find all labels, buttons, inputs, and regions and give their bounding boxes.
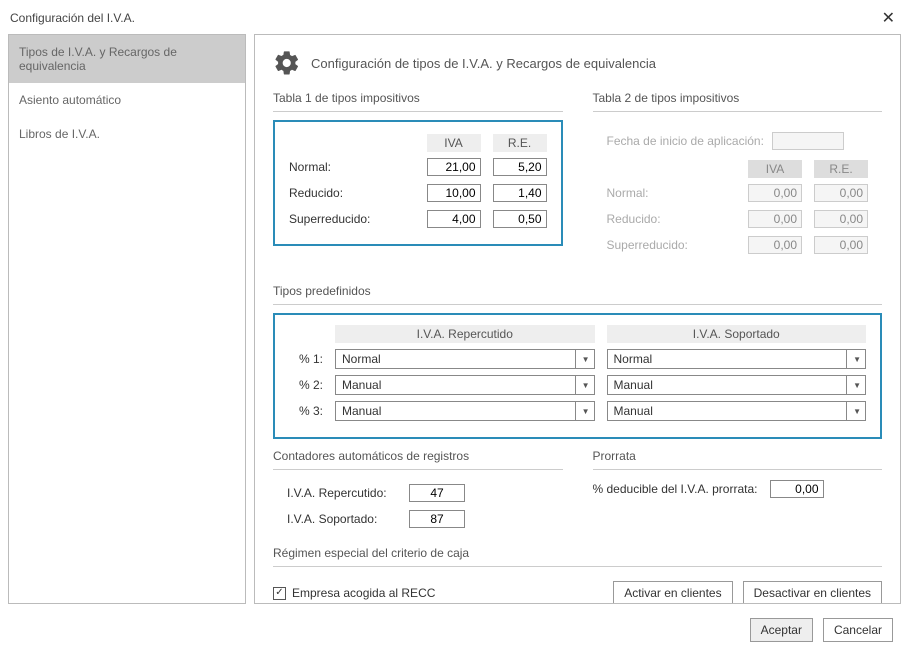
sidebar-item-tipos-iva[interactable]: Tipos de I.V.A. y Recargos de equivalenc… [9,35,245,83]
tabla1-superreducido-re[interactable] [493,210,547,228]
tabla2-superreducido-label: Superreducido: [607,238,737,252]
tabla1-title: Tabla 1 de tipos impositivos [273,87,563,112]
tabla1-reducido-iva[interactable] [427,184,481,202]
sidebar: Tipos de I.V.A. y Recargos de equivalenc… [8,34,246,604]
sidebar-item-asiento[interactable]: Asiento automático [9,83,245,117]
page-title: Configuración de tipos de I.V.A. y Recar… [311,56,656,71]
aceptar-button[interactable]: Aceptar [750,618,813,642]
contadores-rep-label: I.V.A. Repercutido: [287,486,397,500]
predef-row3-sop-select[interactable]: Manual▼ [607,401,867,421]
tabla2-fecha-input[interactable] [772,132,844,150]
predef-row2-label: % 2: [289,378,323,392]
contadores-sop-label: I.V.A. Soportado: [287,512,397,526]
tax-tables-row: Tabla 1 de tipos impositivos IVA R.E. No… [273,87,882,270]
regimen-title: Régimen especial del criterio de caja [273,542,882,567]
sidebar-item-libros[interactable]: Libros de I.V.A. [9,117,245,151]
tabla1-reducido-re[interactable] [493,184,547,202]
predef-row1-sop-select[interactable]: Normal▼ [607,349,867,369]
contadores-section: Contadores automáticos de registros I.V.… [273,445,563,536]
main-panel: Configuración de tipos de I.V.A. y Recar… [254,34,901,604]
tabla2-normal-re [814,184,868,202]
chevron-down-icon: ▼ [575,402,590,420]
tabla1-section: Tabla 1 de tipos impositivos IVA R.E. No… [273,87,563,270]
sidebar-item-label: Tipos de I.V.A. y Recargos de equivalenc… [19,45,177,73]
tabla2-col-iva: IVA [748,160,802,178]
tabla2-reducido-re [814,210,868,228]
tabla1-normal-label: Normal: [289,160,415,174]
tabla2-reducido-iva [748,210,802,228]
regimen-section: Régimen especial del criterio de caja ✓ … [273,542,882,604]
sidebar-item-label: Libros de I.V.A. [19,127,100,141]
activar-clientes-button[interactable]: Activar en clientes [613,581,732,604]
tabla2-normal-label: Normal: [607,186,737,200]
predef-row3-rep-select[interactable]: Manual▼ [335,401,595,421]
chevron-down-icon: ▼ [846,376,861,394]
contadores-title: Contadores automáticos de registros [273,445,563,470]
contadores-sop-input[interactable] [409,510,465,528]
predef-section: Tipos predefinidos I.V.A. Repercutido I.… [273,280,882,439]
recc-checkbox-row[interactable]: ✓ Empresa acogida al RECC [273,586,435,600]
footer-buttons: Aceptar Cancelar [0,612,909,642]
window-title: Configuración del I.V.A. [10,11,135,25]
prorrata-label: % deducible del I.V.A. prorrata: [593,482,758,496]
desactivar-clientes-button[interactable]: Desactivar en clientes [743,581,882,604]
tabla2-superreducido-re [814,236,868,254]
tabla1-box: IVA R.E. Normal: Reducido: Superre [273,120,563,246]
tabla1-superreducido-label: Superreducido: [289,212,415,226]
predef-title: Tipos predefinidos [273,280,882,305]
client-area: Tipos de I.V.A. y Recargos de equivalenc… [0,34,909,612]
predef-row2-rep-select[interactable]: Manual▼ [335,375,595,395]
tabla2-normal-iva [748,184,802,202]
chevron-down-icon: ▼ [575,350,590,368]
tabla2-superreducido-iva [748,236,802,254]
tabla1-col-iva: IVA [427,134,481,152]
predef-box: I.V.A. Repercutido I.V.A. Soportado % 1:… [273,313,882,439]
gear-icon [273,49,301,77]
tabla1-col-re: R.E. [493,134,547,152]
predef-header-rep: I.V.A. Repercutido [335,325,595,343]
chevron-down-icon: ▼ [575,376,590,394]
tabla2-box: Fecha de inicio de aplicación: IVA R.E. … [593,120,883,270]
predef-row2-sop-select[interactable]: Manual▼ [607,375,867,395]
prorrata-input[interactable] [770,480,824,498]
prorrata-section: Prorrata % deducible del I.V.A. prorrata… [593,445,883,536]
chevron-down-icon: ▼ [846,350,861,368]
cancelar-button[interactable]: Cancelar [823,618,893,642]
predef-row1-rep-select[interactable]: Normal▼ [335,349,595,369]
predef-row3-label: % 3: [289,404,323,418]
chevron-down-icon: ▼ [846,402,861,420]
titlebar: Configuración del I.V.A. ✕ [0,0,909,34]
tabla2-section: Tabla 2 de tipos impositivos Fecha de in… [593,87,883,270]
prorrata-title: Prorrata [593,445,883,470]
page-header: Configuración de tipos de I.V.A. y Recar… [273,49,882,77]
tabla1-reducido-label: Reducido: [289,186,415,200]
counters-prorrata-row: Contadores automáticos de registros I.V.… [273,445,882,536]
tabla1-normal-iva[interactable] [427,158,481,176]
tabla1-superreducido-iva[interactable] [427,210,481,228]
close-icon[interactable]: ✕ [878,8,899,28]
tabla1-normal-re[interactable] [493,158,547,176]
predef-header-sop: I.V.A. Soportado [607,325,867,343]
tabla2-reducido-label: Reducido: [607,212,737,226]
predef-row1-label: % 1: [289,352,323,366]
recc-checkbox-label: Empresa acogida al RECC [292,586,435,600]
tabla2-title: Tabla 2 de tipos impositivos [593,87,883,112]
sidebar-item-label: Asiento automático [19,93,121,107]
contadores-rep-input[interactable] [409,484,465,502]
tabla2-fecha-label: Fecha de inicio de aplicación: [607,134,764,148]
tabla2-col-re: R.E. [814,160,868,178]
recc-checkbox[interactable]: ✓ [273,587,286,600]
